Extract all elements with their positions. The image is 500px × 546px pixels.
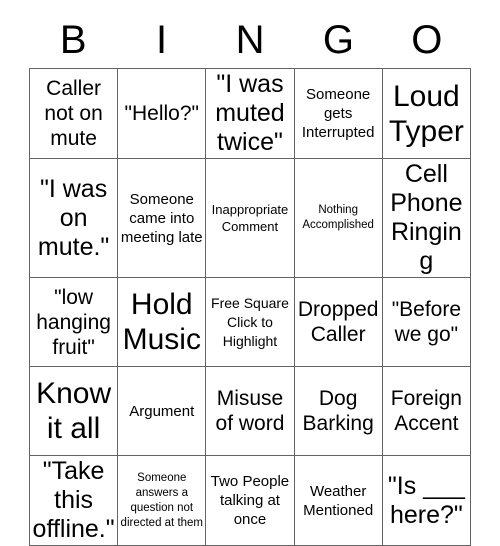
bingo-cell-b4[interactable]: Know it all	[28, 366, 119, 456]
bingo-cell-g5[interactable]: Weather Mentioned	[293, 455, 383, 546]
bingo-cell-n5[interactable]: Two People talking at once	[205, 455, 295, 546]
bingo-cell-i2[interactable]: Someone came into meeting late	[117, 158, 207, 278]
bingo-card: B I N G O Caller not on mute "Hello?" "I…	[28, 0, 472, 546]
bingo-cell-g3[interactable]: Dropped Caller	[293, 277, 383, 367]
header-letter-o: O	[411, 18, 443, 62]
bingo-cell-g4[interactable]: Dog Barking	[293, 366, 383, 456]
bingo-cell-b5[interactable]: "Take this offline."	[28, 455, 119, 546]
bingo-row: Caller not on mute "Hello?" "I was muted…	[28, 68, 472, 159]
bingo-row: "low hanging fruit" Hold Music Free Squa…	[28, 277, 472, 367]
bingo-cell-n2[interactable]: Inappropriate Comment	[205, 158, 295, 278]
bingo-cell-n4[interactable]: Misuse of word	[205, 366, 295, 456]
bingo-cell-g2[interactable]: Nothing Accomplished	[293, 158, 383, 278]
bingo-cell-o2[interactable]: Cell Phone Ringing	[381, 158, 472, 278]
bingo-cell-b3[interactable]: "low hanging fruit"	[28, 277, 119, 367]
bingo-cell-i4[interactable]: Argument	[117, 366, 207, 456]
header-letter-b: B	[59, 18, 87, 62]
bingo-cell-n1[interactable]: "I was muted twice"	[205, 68, 295, 159]
bingo-grid: Caller not on mute "Hello?" "I was muted…	[28, 68, 472, 546]
header-letter-i: I	[156, 18, 168, 62]
bingo-row: "I was on mute." Someone came into meeti…	[28, 158, 472, 278]
bingo-cell-g1[interactable]: Someone gets Interrupted	[293, 68, 383, 159]
header-letter-n: N	[235, 18, 265, 62]
bingo-cell-free-square[interactable]: Free Square Click to Highlight	[205, 277, 295, 367]
bingo-cell-i5[interactable]: Someone answers a question not directed …	[117, 455, 207, 546]
bingo-cell-b2[interactable]: "I was on mute."	[28, 158, 119, 278]
bingo-row: Know it all Argument Misuse of word Dog …	[28, 366, 472, 456]
bingo-cell-o4[interactable]: Foreign Accent	[381, 366, 472, 456]
bingo-cell-o5[interactable]: "Is ___ here?"	[381, 455, 472, 546]
bingo-header-row: B I N G O	[29, 0, 471, 68]
bingo-cell-o3[interactable]: "Before we go"	[381, 277, 472, 367]
bingo-cell-b1[interactable]: Caller not on mute	[28, 68, 119, 159]
header-letter-g: G	[322, 18, 354, 62]
bingo-row: "Take this offline." Someone answers a q…	[28, 455, 472, 546]
bingo-cell-o1[interactable]: Loud Typer	[381, 68, 472, 159]
bingo-cell-i3[interactable]: Hold Music	[117, 277, 207, 367]
bingo-cell-i1[interactable]: "Hello?"	[117, 68, 207, 159]
